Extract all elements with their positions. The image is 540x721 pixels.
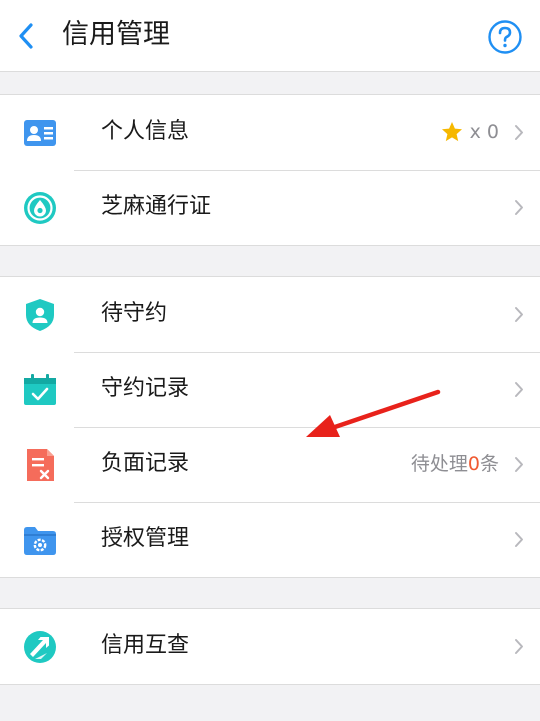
menu-group-3: 信用互查 [0, 608, 540, 685]
chevron-right-icon [515, 307, 523, 322]
menu-item-mutual-check[interactable]: 信用互查 [0, 609, 540, 684]
menu-item-label: 待守约 [101, 301, 168, 326]
pending-count: 0 [467, 453, 480, 475]
menu-item-sesame-pass[interactable]: 芝麻通行证 [0, 170, 540, 245]
menu-group-2: 待守约 守约记录 负面记录 待处理 0 条 授权管理 [0, 276, 540, 578]
menu-item-label: 授权管理 [101, 526, 190, 551]
pending-suffix: 条 [479, 453, 499, 475]
menu-item-pending-promises[interactable]: 待守约 [0, 277, 540, 352]
chevron-right-icon [515, 125, 523, 140]
nav-bar: 信用管理 [0, 0, 540, 72]
chevron-right-icon [515, 457, 523, 472]
id-card-icon [24, 120, 56, 146]
sesame-pass-icon [24, 192, 56, 224]
shield-user-icon [26, 299, 54, 331]
star-icon [441, 122, 462, 142]
folder-gear-icon [24, 527, 56, 555]
chevron-left-icon[interactable] [14, 20, 38, 52]
pending-status: 待处理 0 条 [411, 449, 499, 479]
page-title: 信用管理 [62, 19, 170, 50]
negative-record-icon [27, 449, 54, 481]
pending-prefix: 待处理 [410, 453, 468, 475]
chevron-right-icon [515, 200, 523, 215]
menu-item-label: 芝麻通行证 [101, 194, 212, 219]
calendar-check-icon [24, 374, 56, 405]
menu-item-negative-records[interactable]: 负面记录 待处理 0 条 [0, 427, 540, 502]
star-count: x 0 [469, 121, 499, 143]
menu-item-label: 信用互查 [101, 633, 190, 658]
menu-item-authorization[interactable]: 授权管理 [0, 502, 540, 577]
menu-item-promise-records[interactable]: 守约记录 [0, 352, 540, 427]
menu-group-1: 个人信息 x 0 芝麻通行证 [0, 94, 540, 246]
question-circle-icon[interactable] [487, 19, 523, 55]
menu-item-personal-info[interactable]: 个人信息 x 0 [0, 95, 540, 170]
mutual-check-icon [24, 631, 56, 663]
menu-item-label: 个人信息 [101, 119, 190, 144]
menu-item-label: 守约记录 [101, 376, 190, 401]
star-badge: x 0 [440, 117, 499, 147]
chevron-right-icon [515, 639, 523, 654]
menu-item-label: 负面记录 [101, 451, 190, 476]
chevron-right-icon [515, 382, 523, 397]
chevron-right-icon [515, 532, 523, 547]
